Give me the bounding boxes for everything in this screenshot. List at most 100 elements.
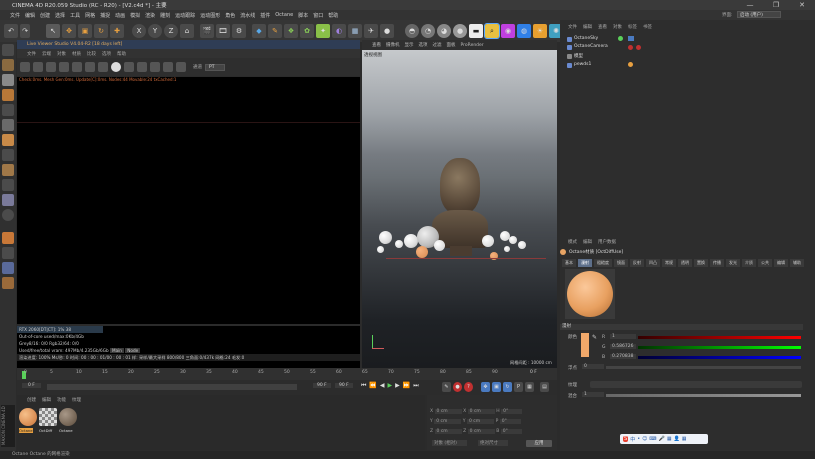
lv-menu-compare[interactable]: 比较	[87, 51, 96, 57]
floor-icon[interactable]: ▦	[348, 24, 362, 38]
lv-menu-objects[interactable]: 对象	[57, 51, 66, 57]
menu-character[interactable]: 角色	[225, 12, 235, 19]
white-balance-icon[interactable]	[137, 62, 147, 72]
material-preview[interactable]	[565, 269, 615, 319]
pause-icon[interactable]	[46, 62, 56, 72]
visibility-icon[interactable]	[618, 36, 623, 41]
ime-logo-icon[interactable]: S	[623, 436, 629, 442]
octane-search-icon[interactable]: ⌕	[484, 23, 500, 39]
octane-tag-icon[interactable]: ▬	[469, 24, 483, 38]
apply-button[interactable]: 应用	[526, 440, 552, 447]
tab-editor[interactable]: 编辑	[774, 259, 788, 267]
octane-ball-icon[interactable]: ●	[453, 24, 467, 38]
camera-icon[interactable]: ✈	[364, 24, 378, 38]
tab-diffuse[interactable]: 漫射	[578, 259, 592, 267]
points-mode-icon[interactable]	[2, 104, 14, 116]
cloner-icon[interactable]: ✿	[300, 24, 314, 38]
menu-plugins[interactable]: 插件	[260, 12, 270, 19]
texture-mode-icon[interactable]	[2, 74, 14, 86]
vp-menu-options[interactable]: 选项	[419, 42, 428, 48]
stop-icon[interactable]	[59, 62, 69, 72]
make-editable-icon[interactable]	[2, 44, 14, 56]
material-tag-icon[interactable]	[628, 62, 633, 67]
key-position-icon[interactable]: ✥	[481, 382, 490, 392]
menu-tools[interactable]: 工具	[70, 12, 80, 19]
next-frame-icon[interactable]: ▶	[395, 382, 400, 390]
menu-render[interactable]: 渲染	[145, 12, 155, 19]
material-swatch[interactable]	[19, 408, 37, 426]
lv-menu-help[interactable]: 帮助	[117, 51, 126, 57]
ime-emoji-icon[interactable]: ☺	[642, 436, 647, 442]
menu-simulate[interactable]: 模拟	[130, 12, 140, 19]
color-swatch[interactable]	[581, 333, 589, 357]
light-icon[interactable]: ●	[380, 24, 394, 38]
menu-mesh[interactable]: 网格	[85, 12, 95, 19]
layout-select[interactable]: 启动 (用户)	[737, 11, 781, 18]
lv-menu-options[interactable]: 选项	[102, 51, 111, 57]
environment-icon[interactable]: ◐	[332, 24, 346, 38]
object-octanesky[interactable]: OctaneSky	[574, 36, 598, 41]
octane-color-icon[interactable]: ◉	[501, 24, 515, 38]
material-picker-icon[interactable]	[150, 62, 160, 72]
am-menu-edit[interactable]: 编辑	[583, 239, 592, 245]
brush-icon[interactable]	[2, 277, 14, 289]
object-octanecamera[interactable]: OctaneCamera	[574, 44, 608, 49]
mat-menu-function[interactable]: 功能	[57, 397, 66, 403]
rotate-icon[interactable]: ↻	[94, 24, 108, 38]
material-name[interactable]: OctDiff	[39, 428, 52, 433]
undo-icon[interactable]: ↶	[4, 24, 18, 38]
tab-emission[interactable]: 发光	[726, 259, 740, 267]
mat-menu-texture[interactable]: 纹理	[72, 397, 81, 403]
om-menu-tags[interactable]: 标签	[628, 24, 637, 30]
zoom-icon[interactable]	[176, 62, 186, 72]
menu-sculpt[interactable]: 雕刻	[160, 12, 170, 19]
key-rotation-icon[interactable]: ↻	[503, 382, 512, 392]
clay-mode-icon[interactable]	[111, 62, 121, 72]
play-icon[interactable]: ▶	[388, 382, 393, 390]
prev-frame-icon[interactable]: ◀	[380, 382, 385, 390]
render-view-icon[interactable]: 🎬	[200, 24, 214, 38]
send-scene-icon[interactable]	[20, 62, 30, 72]
size-mode-select[interactable]: 绝对尺寸	[478, 440, 508, 446]
ime-skin-icon[interactable]: ▦	[682, 436, 687, 442]
lock-icon[interactable]	[98, 62, 108, 72]
workplane-icon[interactable]	[2, 89, 14, 101]
channel-select[interactable]: PT	[205, 63, 226, 71]
coordinate-system-icon[interactable]: ⌂	[180, 24, 194, 38]
am-menu-userdata[interactable]: 用户数据	[598, 239, 616, 245]
menu-select[interactable]: 选择	[55, 12, 65, 19]
octane-live-viewer-icon[interactable]: ◓	[405, 24, 419, 38]
ime-keyboard-icon[interactable]: ⌨	[649, 436, 656, 442]
vp-menu-prorender[interactable]: ProRender	[461, 43, 484, 48]
tab-medium[interactable]: 介质	[742, 259, 756, 267]
tab-assign[interactable]: 辅助	[790, 259, 804, 267]
r-field[interactable]: 1	[610, 334, 636, 339]
minimize-button[interactable]: —	[737, 1, 763, 9]
key-scale-icon[interactable]: ▣	[492, 382, 501, 392]
object-picker-icon[interactable]	[163, 62, 173, 72]
end-frame-field[interactable]: 90 F	[313, 383, 331, 388]
material-name[interactable]: Octane	[59, 428, 73, 433]
material-name[interactable]: Octane	[19, 428, 33, 433]
ime-chinese-icon[interactable]: 中	[630, 436, 635, 443]
ime-user-icon[interactable]: 👤	[674, 436, 680, 442]
enable-snap-icon[interactable]	[2, 164, 14, 176]
om-menu-view[interactable]: 查看	[598, 24, 607, 30]
octane-sun-icon[interactable]: ☀	[533, 24, 547, 38]
end-frame-field-2[interactable]: 90 F	[335, 383, 353, 388]
mix-slider[interactable]	[606, 394, 801, 397]
g-slider[interactable]	[638, 346, 801, 349]
z-axis-icon[interactable]: Z	[164, 24, 178, 38]
menu-window[interactable]: 窗口	[313, 12, 323, 19]
menu-help[interactable]: 帮助	[328, 12, 338, 19]
settings-icon[interactable]	[85, 62, 95, 72]
menu-create[interactable]: 创建	[40, 12, 50, 19]
region-icon[interactable]	[72, 62, 82, 72]
om-menu-objects[interactable]: 对象	[613, 24, 622, 30]
tab-displacement[interactable]: 置换	[694, 259, 708, 267]
record-icon[interactable]: ●	[453, 382, 462, 392]
subdivision-icon[interactable]: ❖	[284, 24, 298, 38]
focus-picker-icon[interactable]	[124, 62, 134, 72]
om-menu-bookmarks[interactable]: 书签	[643, 24, 652, 30]
key-icon[interactable]: ✎	[442, 382, 451, 392]
